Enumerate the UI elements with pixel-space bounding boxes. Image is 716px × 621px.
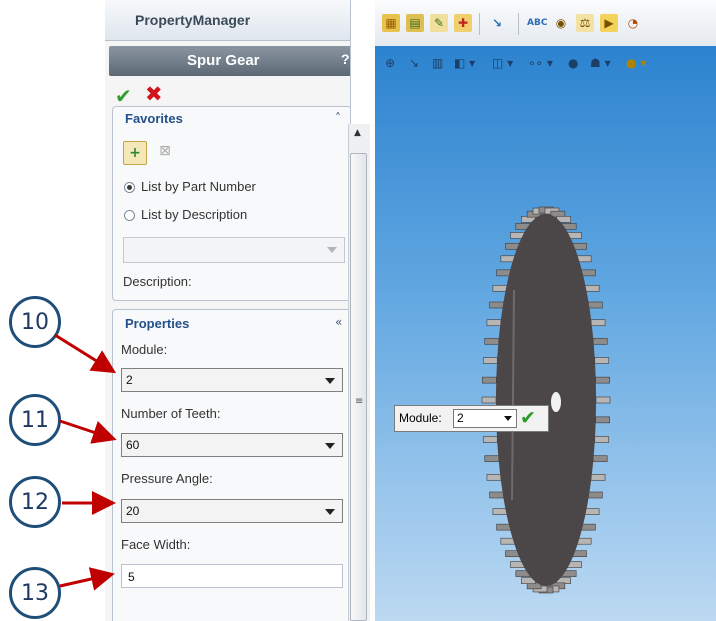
gear-tooth bbox=[492, 285, 508, 292]
gear-bore bbox=[551, 392, 561, 412]
gear-tooth bbox=[482, 376, 497, 384]
module-popup-dropdown[interactable]: 2 bbox=[453, 409, 517, 428]
gear-tooth bbox=[584, 508, 600, 515]
gear-tooth bbox=[594, 436, 610, 443]
module-popup-ok-icon[interactable]: ✔ bbox=[520, 407, 536, 429]
gear-tooth bbox=[576, 537, 592, 545]
gear-tooth bbox=[482, 357, 498, 364]
gear-tooth bbox=[576, 255, 592, 263]
module-popup: Module: 2 ✔ bbox=[394, 405, 549, 432]
gear-tooth bbox=[581, 523, 596, 531]
gear-tooth bbox=[590, 473, 606, 481]
gear-tooth bbox=[486, 473, 502, 481]
gear-tooth bbox=[584, 285, 600, 292]
gear-tooth bbox=[595, 396, 611, 404]
module-popup-label: Module: bbox=[399, 411, 442, 425]
gear-tooth bbox=[496, 523, 511, 531]
gear-tooth bbox=[484, 337, 500, 345]
callout-13: 13 bbox=[9, 567, 61, 619]
gear-tooth bbox=[484, 455, 500, 463]
gear-tooth bbox=[489, 491, 504, 499]
gear-tooth bbox=[496, 269, 511, 277]
gear-tooth bbox=[594, 357, 610, 364]
gear-tooth bbox=[489, 301, 504, 309]
gear-tooth bbox=[482, 436, 498, 443]
callout-10: 10 bbox=[9, 296, 61, 348]
gear-face bbox=[496, 214, 596, 586]
gear-tooth bbox=[486, 319, 502, 327]
gear-tooth bbox=[581, 269, 596, 277]
callout-12: 12 bbox=[9, 476, 61, 528]
gear-tooth bbox=[500, 537, 516, 545]
gear-tooth bbox=[595, 376, 610, 384]
callout-11: 11 bbox=[9, 394, 61, 446]
gear-tooth bbox=[588, 491, 603, 499]
gear-tooth bbox=[590, 319, 606, 327]
gear-tooth bbox=[592, 337, 608, 345]
gear-tooth bbox=[588, 301, 603, 309]
spur-gear-model[interactable] bbox=[0, 0, 716, 621]
gear-tooth bbox=[592, 455, 608, 463]
gear-tooth bbox=[500, 255, 516, 263]
gear-tooth bbox=[481, 396, 497, 404]
gear-tooth bbox=[492, 508, 508, 515]
gear-tooth bbox=[595, 416, 610, 424]
